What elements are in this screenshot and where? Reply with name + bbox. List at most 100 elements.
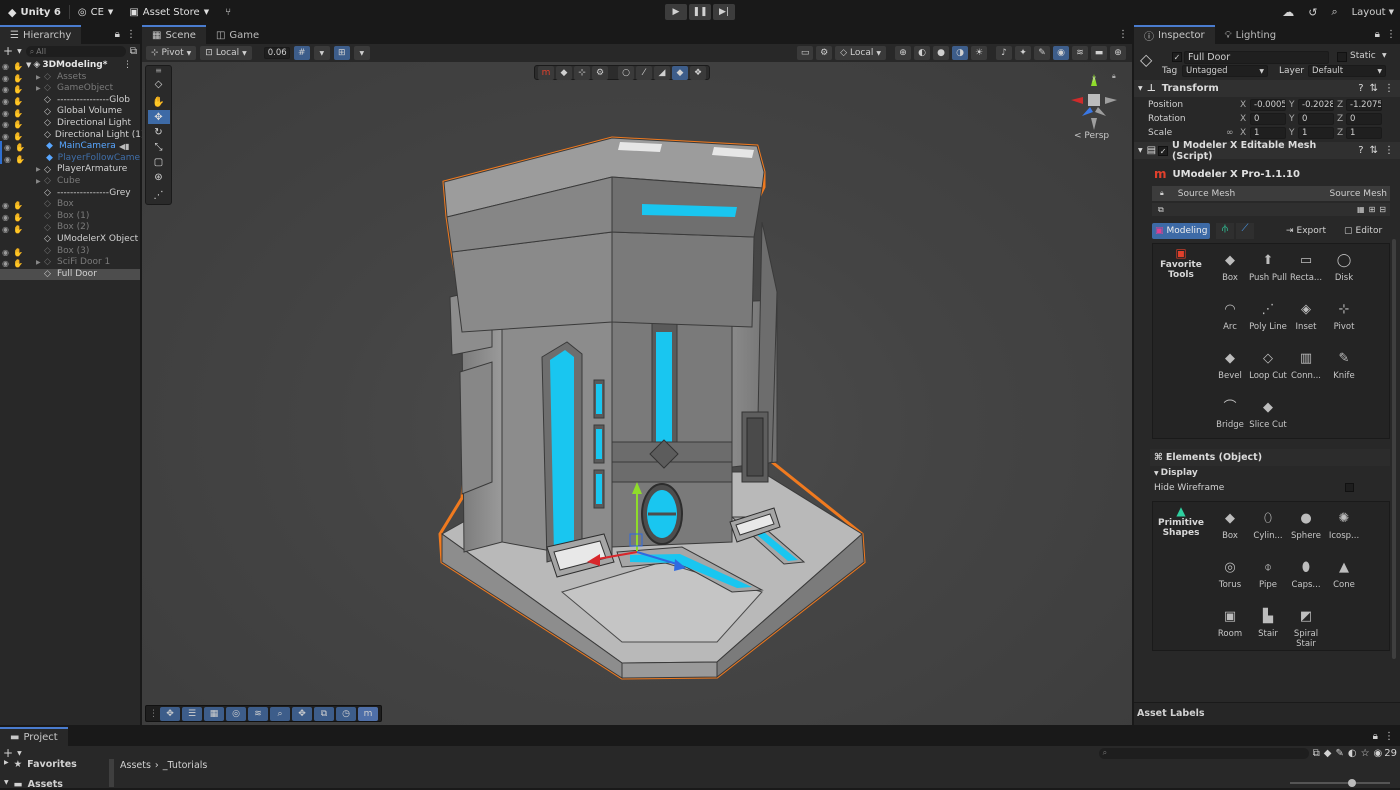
hierarchy-item[interactable]: ◉ ✋ ◇ Box (1) [0,211,140,223]
tool-bevel[interactable]: ◆ Bevel [1211,350,1249,381]
visibility-icon[interactable]: ◉ [2,108,11,118]
tool-knife[interactable]: ✎ Knife [1325,350,1363,381]
element-mode-button[interactable]: ❖ [690,65,706,80]
pickable-icon[interactable]: ✋ [15,154,25,164]
eye-count[interactable]: ◉ 29 [1374,748,1397,759]
visibility-toggle[interactable]: ◉ [1053,46,1069,60]
view-tool-button[interactable]: ◇ [148,77,170,91]
pickable-icon[interactable]: ✋ [13,108,23,118]
inspector-scrollbar[interactable] [1392,239,1396,659]
asset-store-dropdown[interactable]: ▣ Asset Store ▼ [121,0,217,24]
gizmos-button[interactable]: ⊕ [1110,46,1126,60]
tool-bridge[interactable]: ⌒ Bridge [1211,399,1249,430]
active-checkbox[interactable]: ✓ [1172,52,1182,62]
project-divider-scroll[interactable] [109,759,114,787]
hierarchy-item[interactable]: ◇ Full Door [0,268,140,281]
hierarchy-item[interactable]: ◇ UModelerX Object [0,234,140,246]
help-icon[interactable]: ? [1358,145,1363,156]
scale-z-field[interactable]: 1 [1346,127,1382,139]
tool-box[interactable]: ◆ Box [1211,252,1249,283]
history-icon[interactable]: ↺ [1308,6,1317,19]
object-select-button[interactable]: ◆ [672,65,688,80]
star-icon[interactable]: ☆ [1361,748,1370,759]
enabled-checkbox[interactable]: ✓ [1158,145,1169,156]
rotation-z-field[interactable]: 0 [1346,113,1382,125]
pickable-icon[interactable]: ✋ [13,61,23,71]
tool-polyline[interactable]: ⋰ Poly Line [1249,301,1287,332]
tool-icosphere[interactable]: ✺ Icosp... [1325,510,1363,541]
persp-label[interactable]: < Persp [1074,131,1109,141]
tool-capsule[interactable]: ⬮ Caps... [1287,559,1325,590]
tab-scene[interactable]: ▦ Scene [142,25,206,44]
pan-ux-button[interactable]: ✥ [292,706,312,721]
layer-dropdown[interactable]: Default ▼ [1308,65,1386,77]
add-icon[interactable]: + [3,746,13,760]
face-mode-button[interactable]: ◢ [654,65,670,80]
account-dropdown[interactable]: ◎ CE ▼ [70,0,121,24]
more-icon[interactable]: ⋮ [1384,83,1394,94]
display-header[interactable]: ▼ Display [1154,468,1198,478]
grip-icon[interactable]: ⋮ [149,709,158,719]
preset-icon[interactable]: ⇅ [1370,145,1378,156]
tool-connect[interactable]: ▥ Conn... [1287,350,1325,381]
source-mesh-field[interactable]: Source Mesh [1330,189,1387,199]
tool-disk[interactable]: ◯ Disk [1325,252,1363,283]
filter-icon[interactable]: ⧉ [1313,748,1320,759]
hierarchy-item[interactable]: ▶ ◇ Cube [0,176,140,188]
visibility-icon[interactable]: ◉ [2,73,11,83]
link-icon[interactable]: ∞ [1226,128,1240,138]
more-icon[interactable]: ⋮ [123,60,132,72]
hierarchy-item[interactable]: ◉ ✋ ◇ Global Volume [0,106,140,118]
move-ux-button[interactable]: ✥ [160,706,180,721]
search-input[interactable]: ⌕ All [25,45,126,57]
draw-mode-button[interactable]: ✎ [1034,46,1050,60]
preset-icon[interactable]: ⇅ [1370,83,1378,94]
compass-ux-button[interactable]: ◷ [336,706,356,721]
position-z-field[interactable]: -1.20756 [1346,99,1382,111]
vertex-mode-button[interactable]: ○ [618,65,634,80]
umodeler-script-header[interactable]: ▼ ▤ ✓ U Modeler X Editable Mesh (Script)… [1134,140,1400,162]
align-button[interactable]: ☰ [182,706,202,721]
hierarchy-item[interactable]: ◇ ----------------Grey [0,188,140,200]
unity-menu[interactable]: ◆ Unity 6 [0,0,69,24]
rotation-y-field[interactable]: 0 [1298,113,1334,125]
tab-inspector[interactable]: ⓘ Inspector [1134,25,1215,44]
grid-icon[interactable]: ▦ [1357,205,1365,214]
chevron-right-icon[interactable]: ▶ [36,176,41,188]
label-filter-icon[interactable]: ✎ [1335,748,1343,759]
position-y-field[interactable]: -0.2028 [1298,99,1334,111]
camera-icon[interactable]: ◀▮ [119,141,130,153]
increment-snap-button[interactable]: ⊞ [333,46,350,60]
zoom-slider-handle[interactable] [1348,779,1356,787]
pickable-icon[interactable]: ✋ [13,200,23,210]
audio-toggle[interactable]: ♪ [996,46,1012,60]
overlay-menu-button[interactable]: ▭ [797,46,814,60]
grid-ux-button[interactable]: ▦ [204,706,224,721]
chevron-down-icon[interactable]: ▼ [26,60,31,72]
more-icon[interactable]: ⋮ [1118,25,1128,44]
hierarchy-item[interactable]: ▶ ◇ PlayerArmature [0,164,140,176]
assets-item[interactable]: ▼ ▬ Assets [4,779,63,790]
hierarchy-item[interactable]: ◉ ✋ ◆ MainCamera ◀▮ [0,141,140,153]
pickable-icon[interactable]: ✋ [13,258,23,268]
tool-loopcut[interactable]: ◇ Loop Cut [1249,350,1287,381]
lighting-toggle[interactable]: ☀ [971,46,987,60]
object-mode-button[interactable]: ◆ [556,65,572,80]
hierarchy-item[interactable]: ◉ ✋ ▶ ◇ SciFi Door 1 [0,257,140,269]
visibility-icon[interactable]: ◉ [2,84,11,94]
snap-options-button[interactable]: ▼ [353,46,370,60]
visibility-icon[interactable]: ◉ [2,224,11,234]
play-button[interactable]: ▶ [665,4,687,20]
expand-icon[interactable]: ⊞ [1369,205,1376,214]
hide-wireframe-checkbox[interactable] [1345,483,1354,492]
tag-dropdown[interactable]: Untagged ▼ [1182,65,1268,77]
hidden-icon[interactable]: ◐ [1348,748,1357,759]
hierarchy-item[interactable]: ◉ ✋ ◆ PlayerFollowCame [0,152,140,165]
scale-tool-button[interactable]: ⤡ [148,140,170,154]
version-control-button[interactable]: ⑂ [217,0,239,24]
tool-pivot[interactable]: ⊹ Pivot [1325,301,1363,332]
settings-button[interactable]: ⚙ [592,65,608,80]
scale-y-field[interactable]: 1 [1298,127,1334,139]
local-space-dropdown[interactable]: ◇ Local ▼ [835,46,886,60]
position-x-field[interactable]: -0.0005 [1250,99,1286,111]
